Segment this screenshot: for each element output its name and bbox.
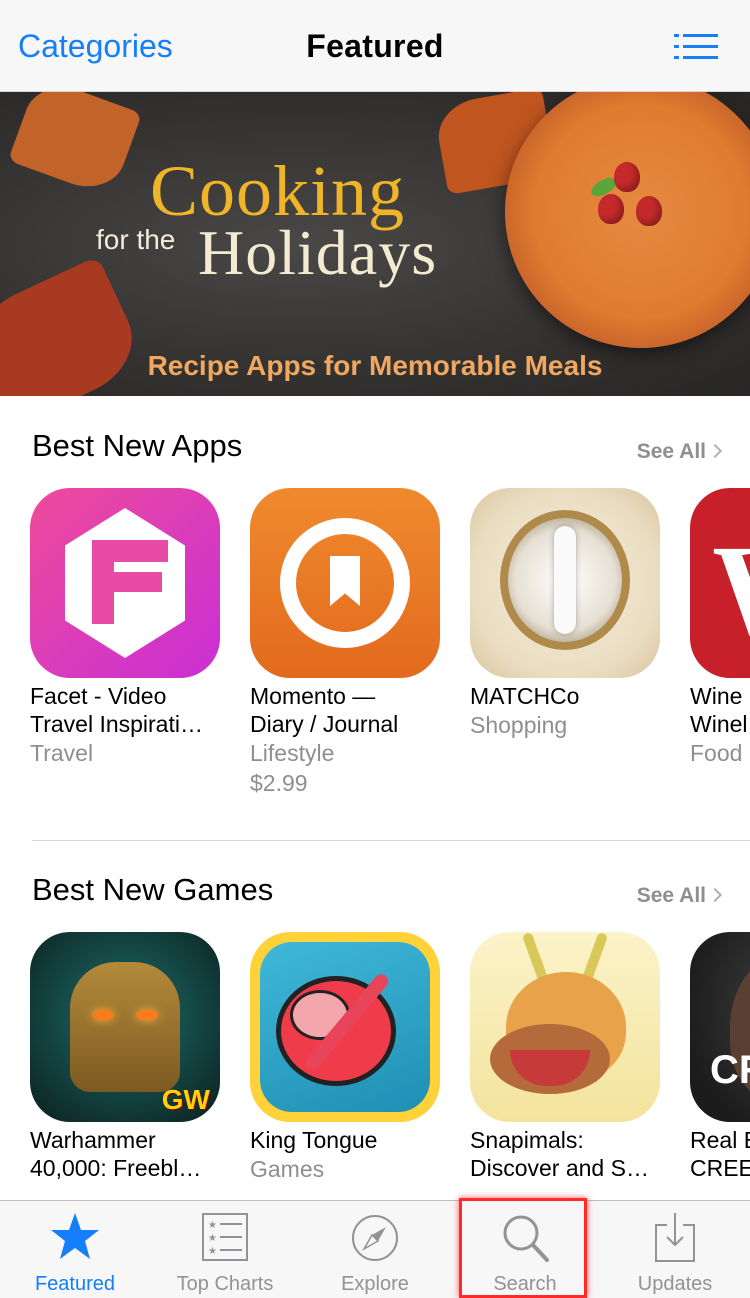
tab-label: Explore xyxy=(341,1273,409,1295)
star-icon xyxy=(51,1213,99,1259)
search-icon xyxy=(503,1215,549,1262)
facet-app-icon[interactable] xyxy=(30,488,220,678)
banner-title-second-line: Holidays xyxy=(198,217,438,288)
compass-icon xyxy=(352,1215,398,1261)
app-card-snapimals[interactable]: Snapimals: Discover and S… xyxy=(470,932,662,1182)
download-tray-icon xyxy=(655,1213,695,1262)
list-icon[interactable] xyxy=(674,34,718,60)
wine-app-icon[interactable]: W xyxy=(690,488,750,678)
raspberry-decoration xyxy=(598,194,624,224)
tab-top-charts[interactable]: ★ ★ ★ Top Charts xyxy=(150,1201,300,1298)
banner-subtitle: Recipe Apps for Memorable Meals xyxy=(147,350,603,381)
section-title-best-new-apps: Best New Apps xyxy=(32,428,243,463)
section-title-best-new-games: Best New Games xyxy=(32,872,274,907)
see-all-label: See All xyxy=(636,440,706,463)
app-name: Wine xyxy=(690,683,743,709)
app-name-line2: Discover and S… xyxy=(470,1155,649,1181)
tab-bar: Featured ★ ★ ★ Top Charts Explore Search xyxy=(0,1200,750,1298)
tab-label: Top Charts xyxy=(176,1273,274,1295)
chevron-right-icon xyxy=(707,443,723,459)
svg-text:★: ★ xyxy=(208,1233,217,1244)
app-card-wine[interactable]: W Wine Winel Food xyxy=(690,488,750,768)
app-category: Lifestyle xyxy=(250,740,335,766)
momento-app-icon[interactable] xyxy=(250,488,440,678)
app-name-line2: Winel xyxy=(690,711,748,737)
autumn-leaf-decoration xyxy=(7,92,143,199)
warhammer-app-icon[interactable]: GW xyxy=(30,932,220,1122)
real-boxing-app-icon[interactable]: CR xyxy=(690,932,750,1122)
app-name-line2: Diary / Journal xyxy=(250,711,399,737)
app-category: Food xyxy=(690,740,743,766)
tab-label: Featured xyxy=(34,1273,116,1295)
app-card-king-tongue[interactable]: King Tongue Games xyxy=(250,932,442,1184)
app-category: Games xyxy=(250,1156,325,1182)
see-all-games-link[interactable]: See All xyxy=(636,884,723,908)
featured-banner[interactable]: Cooking for the Holidays Recipe Apps for… xyxy=(0,92,750,396)
page-title: Featured xyxy=(306,28,444,64)
raspberry-decoration xyxy=(636,196,662,226)
app-category: Shopping xyxy=(470,712,568,738)
see-all-label: See All xyxy=(636,884,706,907)
top-charts-icon: ★ ★ ★ xyxy=(202,1213,248,1261)
tab-label: Search xyxy=(493,1273,557,1295)
app-card-real-boxing[interactable]: CR Real E CREE xyxy=(690,932,750,1182)
app-card-matchco[interactable]: MATCHCo Shopping xyxy=(470,488,662,740)
app-name-line2: 40,000: Freebl… xyxy=(30,1155,202,1181)
banner-title-prefix: for the xyxy=(96,224,176,255)
app-card-momento[interactable]: Momento — Diary / Journal Lifestyle $2.9… xyxy=(250,488,442,798)
app-name: Facet - Video xyxy=(30,683,167,709)
snapimals-app-icon[interactable] xyxy=(470,932,660,1122)
matchco-app-icon[interactable] xyxy=(470,488,660,678)
app-card-warhammer[interactable]: GW Warhammer 40,000: Freebl… xyxy=(30,932,222,1182)
navigation-bar: Categories Featured xyxy=(0,0,750,92)
tab-updates[interactable]: Updates xyxy=(600,1201,750,1298)
tab-label: Updates xyxy=(637,1273,713,1295)
app-name: Real E xyxy=(690,1127,750,1153)
app-name: Momento — xyxy=(250,683,376,709)
app-name: MATCHCo xyxy=(470,683,580,709)
svg-text:★: ★ xyxy=(208,1246,217,1257)
app-name: King Tongue xyxy=(250,1127,378,1153)
tab-search[interactable]: Search xyxy=(450,1201,600,1298)
raspberry-decoration xyxy=(614,162,640,192)
tab-featured[interactable]: Featured xyxy=(0,1201,150,1298)
app-card-facet[interactable]: Facet - Video Travel Inspirati… Travel xyxy=(30,488,222,768)
app-name-line2: Travel Inspirati… xyxy=(30,711,203,737)
see-all-apps-link[interactable]: See All xyxy=(636,440,723,464)
svg-text:★: ★ xyxy=(208,1220,217,1231)
chevron-right-icon xyxy=(707,887,723,903)
app-name-line2: CREE xyxy=(690,1155,750,1181)
tab-explore[interactable]: Explore xyxy=(300,1201,450,1298)
king-tongue-app-icon[interactable] xyxy=(250,932,440,1122)
section-divider xyxy=(32,840,750,841)
app-name: Warhammer xyxy=(30,1127,156,1153)
app-name: Snapimals: xyxy=(470,1127,584,1153)
app-category: Travel xyxy=(30,740,94,766)
pie-image xyxy=(505,92,750,348)
app-price: $2.99 xyxy=(250,770,308,796)
